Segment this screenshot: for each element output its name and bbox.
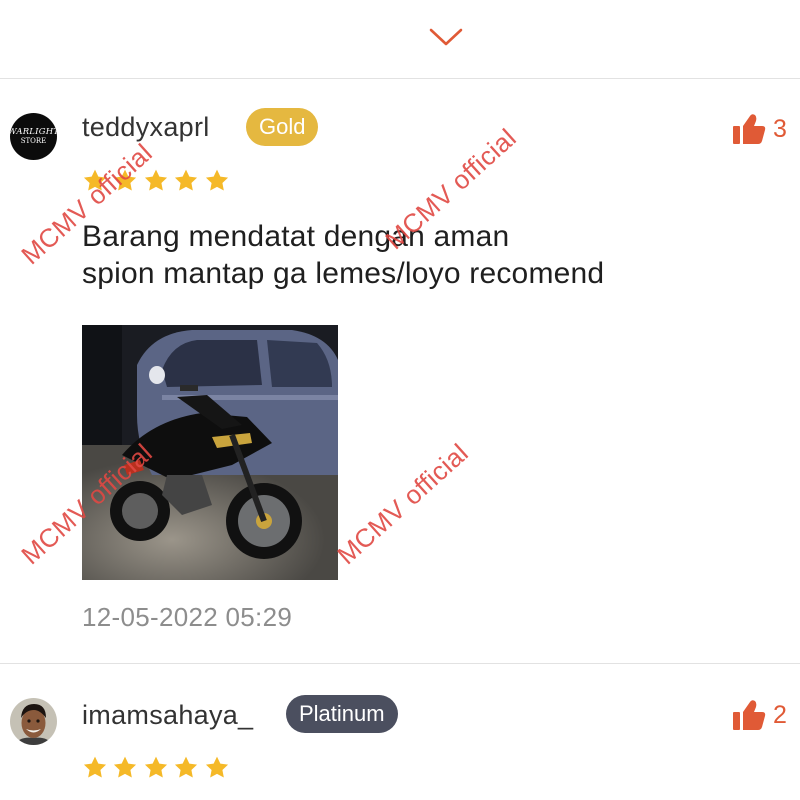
like-button[interactable]: 3 xyxy=(732,113,787,145)
star-icon xyxy=(205,169,228,191)
avatar[interactable]: WARLIGHT STORE xyxy=(10,113,57,160)
review-text-line: Barang mendatat dengan aman xyxy=(82,220,510,253)
star-icon xyxy=(175,756,198,778)
avatar-label-line2: STORE xyxy=(20,137,47,145)
like-button[interactable]: 2 xyxy=(732,699,787,731)
star-icon xyxy=(114,756,137,778)
watermark: MCMV official xyxy=(331,437,475,571)
star-icon xyxy=(175,169,198,191)
rating-stars xyxy=(82,755,234,781)
review-text-line: spion mantap ga lemes/loyo recomend xyxy=(82,257,605,290)
tier-badge: Platinum xyxy=(286,695,398,733)
review-text: Barang mendatat dengan aman spion mantap… xyxy=(82,218,604,292)
thumbs-up-icon xyxy=(733,114,766,144)
divider xyxy=(0,663,800,664)
star-icon xyxy=(205,756,228,778)
star-icon xyxy=(144,169,167,191)
divider xyxy=(0,78,800,79)
tier-badge: Gold xyxy=(246,108,319,146)
review-timestamp: 12-05-2022 05:29 xyxy=(82,602,293,632)
thumbs-up-icon xyxy=(733,700,766,730)
chevron-down-icon[interactable] xyxy=(428,22,464,52)
star-icon xyxy=(83,756,107,778)
like-count: 3 xyxy=(773,114,787,143)
star-icon xyxy=(144,756,167,778)
avatar-label-line1: WARLIGHT xyxy=(10,127,57,137)
username: teddyxaprl xyxy=(82,112,210,142)
username: imamsahaya_ xyxy=(82,700,254,730)
avatar[interactable] xyxy=(10,698,57,745)
like-count: 2 xyxy=(773,700,787,729)
